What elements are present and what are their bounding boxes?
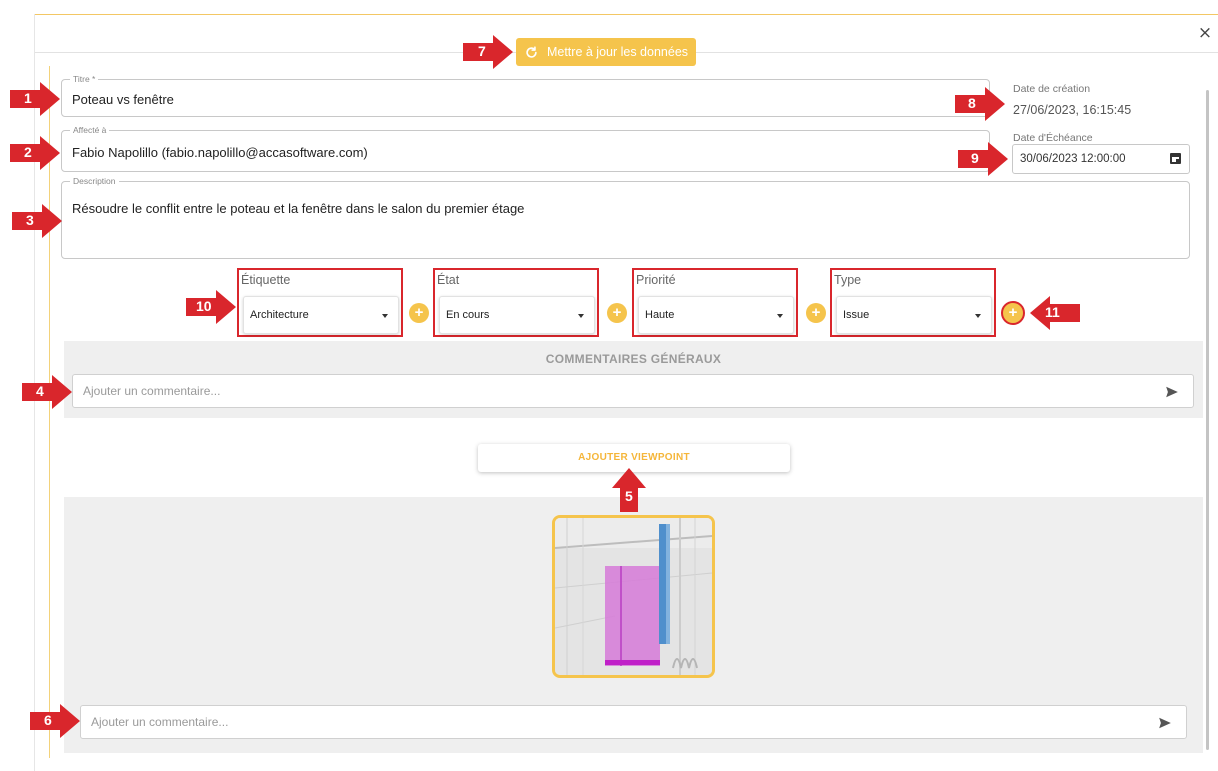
creation-date-value: 27/06/2023, 16:15:45 [1013,103,1132,117]
due-date-label: Date d'Échéance [1013,132,1093,144]
viewpoint-image [555,518,712,675]
callout-label-3: 3 [26,212,34,228]
general-comments-title: COMMENTAIRES GÉNÉRAUX [545,352,722,366]
title-legend: Titre * [70,74,99,85]
add-label-button[interactable]: + [409,303,429,323]
status-select-value: En cours [446,309,490,321]
description-legend: Description [70,176,119,187]
type-select[interactable]: Issue [836,296,992,334]
callout-arrow-8 [955,87,1005,121]
send-icon[interactable] [1165,385,1179,399]
caret-down-icon [777,314,783,318]
status-select[interactable]: En cours [439,296,595,334]
dialog-top-border [34,14,1218,15]
calendar-icon[interactable] [1170,153,1181,164]
issue-dialog: × Mettre à jour les données Titre * Pote… [0,0,1218,771]
viewpoint-comment-input[interactable]: Ajouter un commentaire... [80,705,1187,739]
viewpoint-thumbnail[interactable] [552,515,715,678]
type-select-group: Type Issue [830,268,996,337]
callout-arrow-6 [30,704,80,738]
caret-down-icon [578,314,584,318]
callout-label-8: 8 [968,95,976,111]
priority-select[interactable]: Haute [638,296,794,334]
callout-arrow-4 [22,375,72,409]
label-select-value: Architecture [250,309,309,321]
callout-label-10: 10 [196,298,212,314]
send-icon[interactable] [1158,716,1172,730]
creation-date-label: Date de création [1013,83,1091,95]
description-value: Résoudre le conflit entre le poteau et l… [72,201,525,216]
status-select-group: État En cours [433,268,599,337]
scrollbar[interactable] [1206,90,1209,750]
status-select-label: État [437,273,460,287]
callout-label-1: 1 [24,90,32,106]
due-date-value: 30/06/2023 12:00:00 [1020,153,1126,165]
title-field[interactable]: Titre * Poteau vs fenêtre [61,74,990,117]
caret-down-icon [975,314,981,318]
callout-label-5: 5 [625,488,633,504]
general-comment-placeholder: Ajouter un commentaire... [83,384,221,398]
label-select-group: Étiquette Architecture [237,268,403,337]
type-select-value: Issue [843,309,870,321]
add-type-button[interactable]: + [1001,301,1025,325]
due-date-input[interactable]: 30/06/2023 12:00:00 [1012,144,1190,174]
assigned-field[interactable]: Affecté à Fabio Napolillo (fabio.napolil… [61,125,990,172]
assigned-legend: Affecté à [70,125,110,136]
callout-label-9: 9 [971,150,979,166]
priority-select-label: Priorité [636,273,676,287]
viewpoint-comment-placeholder: Ajouter un commentaire... [91,715,229,729]
callout-arrow-9 [958,142,1008,176]
add-priority-button[interactable]: + [806,303,826,323]
description-field[interactable]: Description Résoudre le conflit entre le… [61,176,1190,259]
update-data-label: Mettre à jour les données [546,45,689,59]
title-value: Poteau vs fenêtre [72,92,174,107]
callout-arrow-1 [10,82,60,116]
callout-arrow-2 [10,136,60,170]
caret-down-icon [382,314,388,318]
refresh-icon [526,45,537,58]
general-comment-input[interactable]: Ajouter un commentaire... [72,374,1194,408]
label-select[interactable]: Architecture [243,296,399,334]
update-data-button[interactable]: Mettre à jour les données [516,38,696,66]
close-icon[interactable]: × [1196,24,1214,42]
callout-label-11: 11 [1045,304,1060,320]
callout-arrow-10 [186,290,236,324]
priority-select-value: Haute [645,309,675,321]
callout-arrow-7 [463,35,513,69]
callout-arrow-3 [12,204,62,238]
assigned-value: Fabio Napolillo (fabio.napolillo@accasof… [72,145,368,160]
type-select-label: Type [834,273,862,287]
callout-label-7: 7 [478,43,486,59]
label-select-label: Étiquette [241,273,291,287]
callout-label-4: 4 [36,383,44,399]
callout-label-2: 2 [24,144,32,160]
callout-label-6: 6 [44,712,52,728]
priority-select-group: Priorité Haute [632,268,798,337]
add-status-button[interactable]: + [607,303,627,323]
